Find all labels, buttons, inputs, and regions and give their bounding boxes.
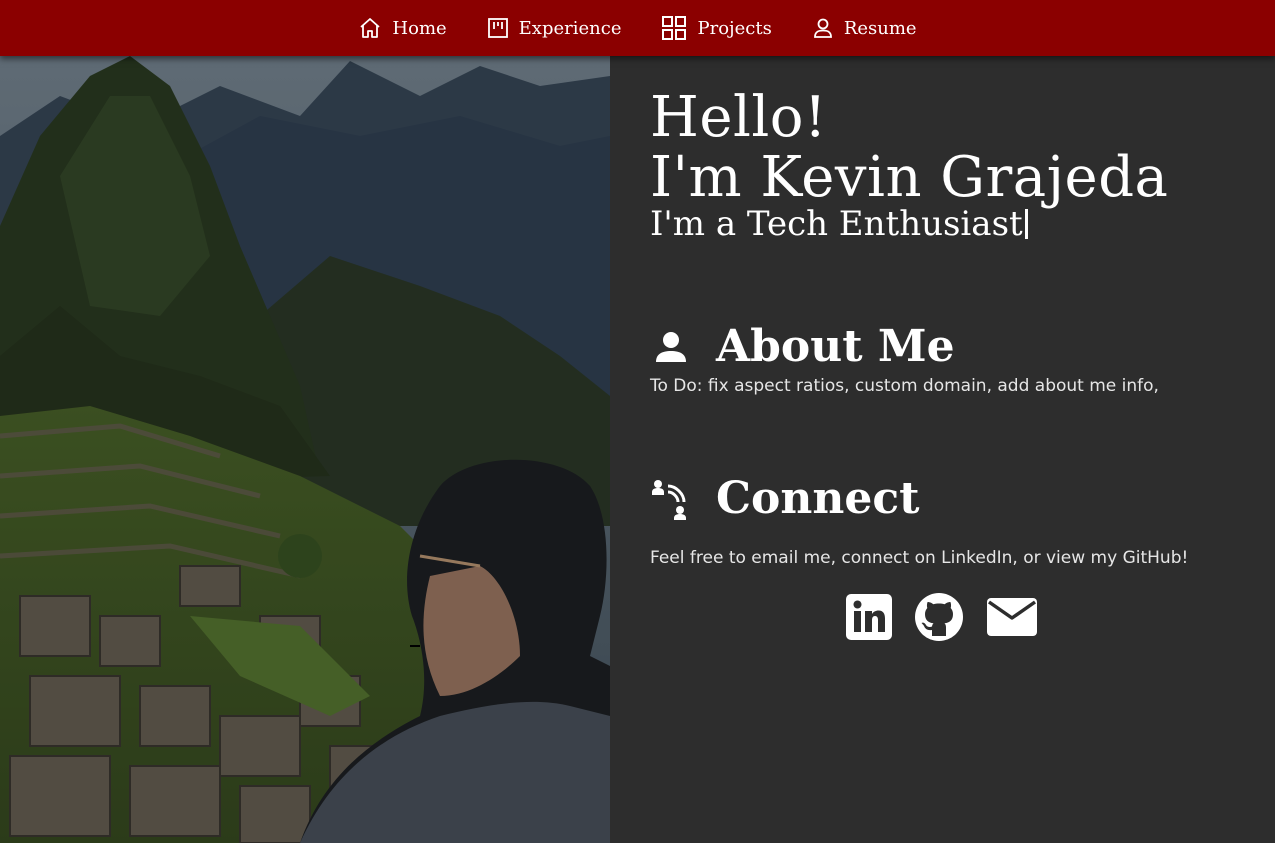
board-icon (487, 17, 509, 39)
email-link[interactable] (986, 597, 1038, 637)
greeting-line-1: Hello! (650, 85, 828, 150)
tagline-text: I'm a Tech Enthusiast (650, 204, 1023, 244)
nav-experience-label: Experience (518, 17, 622, 39)
hero-photo (0, 56, 610, 843)
connect-section: Connect Feel free to email me, connect o… (650, 474, 1275, 642)
connect-heading: Connect (650, 474, 1275, 524)
nav-resume-label: Resume (843, 17, 917, 39)
about-title: About Me (716, 321, 955, 372)
nav-projects-label: Projects (697, 17, 772, 39)
linkedin-link[interactable] (846, 594, 892, 640)
typing-cursor (1024, 209, 1028, 239)
top-navbar: Home Experience Projects Resume (0, 0, 1275, 56)
main-content: Hello! I'm Kevin Grajeda I'm a Tech Enth… (610, 56, 1275, 843)
home-icon (358, 16, 382, 40)
about-heading: About Me (650, 322, 1275, 372)
nav-resume-link[interactable]: Resume (792, 8, 937, 48)
person-icon (650, 330, 692, 364)
email-icon (987, 598, 1037, 636)
about-text: To Do: fix aspect ratios, custom domain,… (650, 376, 1159, 396)
nav-list: Home Experience Projects Resume (338, 8, 936, 48)
greeting-line-2: I'm Kevin Grajeda (650, 145, 1169, 210)
connect-title: Connect (716, 473, 920, 524)
nav-experience-link[interactable]: Experience (467, 8, 642, 48)
nav-home-label: Home (392, 17, 447, 39)
github-icon (915, 593, 963, 641)
grid-icon (661, 15, 687, 41)
person-icon (812, 17, 834, 39)
connect-icon (650, 478, 692, 520)
linkedin-icon (846, 594, 892, 640)
about-section: About Me To Do: fix aspect ratios, custo… (650, 322, 1275, 397)
nav-home-link[interactable]: Home (338, 8, 466, 48)
connect-text: Feel free to email me, connect on Linked… (650, 548, 1189, 568)
github-link[interactable] (914, 592, 964, 642)
hero-heading: Hello! I'm Kevin Grajeda (650, 88, 1275, 208)
hero-tagline: I'm a Tech Enthusiast (650, 204, 1275, 244)
social-links (846, 592, 1275, 642)
nav-projects-link[interactable]: Projects (641, 8, 791, 48)
